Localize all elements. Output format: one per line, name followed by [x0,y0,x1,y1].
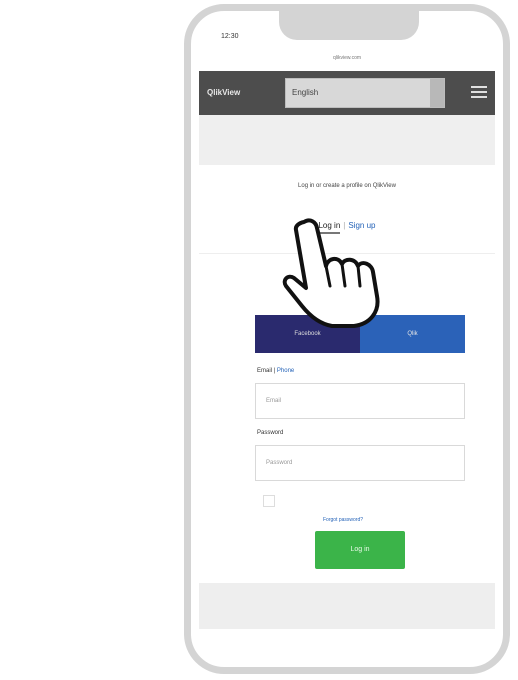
phone-notch [279,11,419,40]
site-header: QlikView English [199,71,495,115]
language-select[interactable]: English [285,78,445,108]
language-value: English [292,88,319,97]
hand-pointer-icon [282,218,380,328]
email-label-text: Email [257,368,273,374]
login-intro: Log in or create a profile on QlikView [298,183,396,189]
dropdown-arrow-icon [430,79,444,107]
footer-band [199,583,495,629]
email-label: Email | Phone [257,368,294,374]
remember-checkbox[interactable] [263,495,275,507]
password-field[interactable]: Password [255,445,465,481]
login-button[interactable]: Log in [315,531,405,569]
password-label: Password [257,430,284,436]
site-logo[interactable]: QlikView [207,88,240,97]
status-time: 12:30 [221,33,239,40]
forgot-password-link[interactable]: Forgot password? [323,517,363,523]
header-spacer [199,115,495,165]
email-field[interactable]: Email [255,383,465,419]
hamburger-icon[interactable] [469,83,489,101]
phone-toggle-link[interactable]: Phone [277,368,294,374]
phone-frame: 12:30 qlikview.com QlikView English Log … [184,4,510,674]
browser-url[interactable]: qlikview.com [191,55,503,61]
